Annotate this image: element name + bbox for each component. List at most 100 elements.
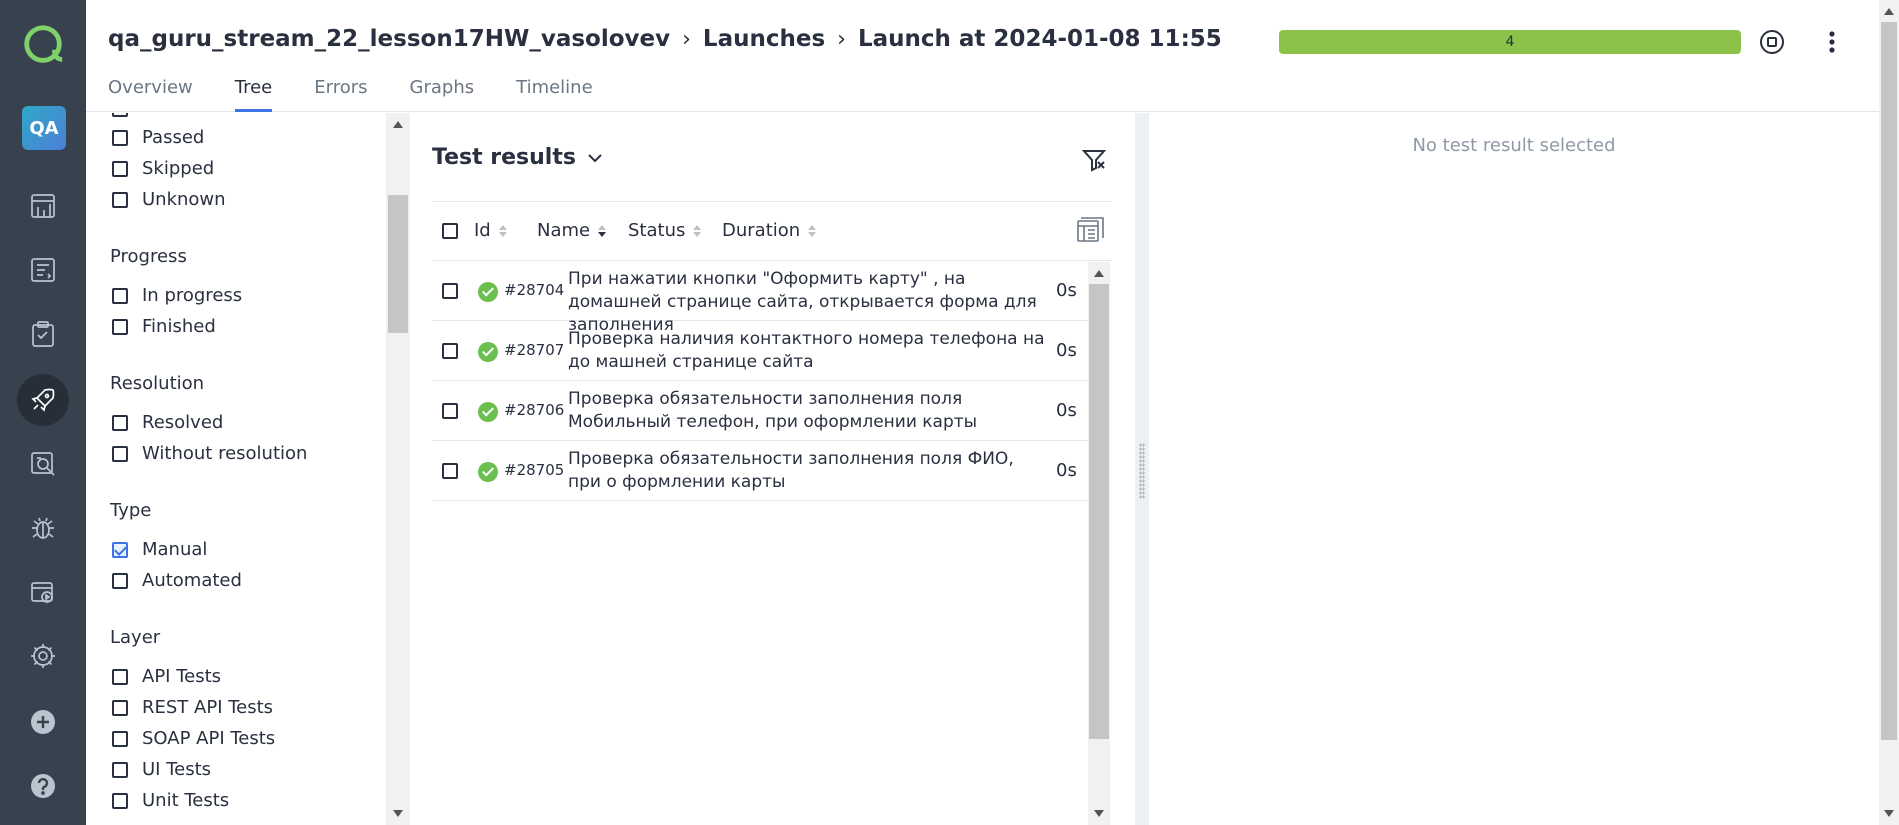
- tab-timeline[interactable]: Timeline: [516, 76, 593, 112]
- filter-option-resolved[interactable]: Resolved: [112, 412, 223, 433]
- analytics-icon[interactable]: [17, 438, 69, 490]
- filter-label: Resolved: [142, 412, 224, 433]
- filter-option-manual[interactable]: Manual: [112, 539, 207, 560]
- filter-label: SOAP API Tests: [142, 728, 276, 749]
- row-checkbox[interactable]: [442, 283, 458, 299]
- filter-label: Without resolution: [142, 443, 308, 464]
- tab-tree[interactable]: Tree: [234, 76, 272, 112]
- allure-logo-icon[interactable]: [17, 18, 69, 70]
- panel-resize-handle[interactable]: [1135, 113, 1149, 825]
- sort-icon: [693, 224, 702, 237]
- checkbox[interactable]: [112, 730, 128, 747]
- jobs-icon[interactable]: [17, 566, 69, 618]
- filter-option-hidden[interactable]: [112, 113, 142, 117]
- select-all-checkbox[interactable]: [442, 223, 458, 239]
- column-label: Name: [537, 220, 591, 241]
- launch-progress-bar[interactable]: 4: [1279, 30, 1741, 54]
- column-status[interactable]: Status: [628, 220, 702, 241]
- checkbox[interactable]: [112, 761, 128, 778]
- scroll-down-icon[interactable]: [393, 810, 403, 817]
- passed-status-icon: [478, 342, 498, 362]
- checkbox[interactable]: [112, 129, 128, 146]
- project-avatar[interactable]: QA: [22, 106, 66, 150]
- table-row[interactable]: #28707 Проверка наличия контактного номе…: [432, 321, 1096, 381]
- scrollbar-thumb[interactable]: [1881, 22, 1897, 740]
- row-name: Проверка наличия контактного номера теле…: [568, 329, 1045, 372]
- checkbox[interactable]: [112, 160, 128, 177]
- table-row[interactable]: #28704 При нажатии кнопки "Оформить карт…: [432, 261, 1096, 335]
- chevron-down-icon: [588, 153, 602, 162]
- row-checkbox[interactable]: [442, 403, 458, 419]
- filter-option-finished[interactable]: Finished: [112, 316, 216, 337]
- filter-option-unit-tests[interactable]: Unit Tests: [112, 790, 229, 811]
- row-duration: 0s: [1056, 340, 1077, 361]
- results-scrollbar[interactable]: [1088, 262, 1110, 825]
- column-name[interactable]: Name: [537, 220, 607, 241]
- row-id: #28705: [504, 461, 565, 479]
- column-duration[interactable]: Duration: [722, 220, 817, 241]
- checkbox[interactable]: [112, 445, 128, 462]
- filter-option-in-progress[interactable]: In progress: [112, 285, 242, 306]
- checkbox[interactable]: [112, 668, 128, 685]
- add-icon[interactable]: [17, 696, 69, 748]
- checkbox[interactable]: [112, 792, 128, 809]
- filter-option-skipped[interactable]: Skipped: [112, 158, 214, 179]
- chevron-right-icon: ›: [682, 26, 691, 52]
- filter-option-api-tests[interactable]: API Tests: [112, 666, 221, 687]
- defects-icon[interactable]: [17, 502, 69, 554]
- checkbox[interactable]: [112, 414, 128, 431]
- filter-option-soap-api-tests[interactable]: SOAP API Tests: [112, 728, 275, 749]
- clear-filter-icon[interactable]: [1077, 143, 1111, 177]
- test-results-title[interactable]: Test results: [432, 145, 606, 170]
- filter-option-unknown[interactable]: Unknown: [112, 189, 226, 210]
- test-cases-icon[interactable]: [17, 244, 69, 296]
- table-row[interactable]: #28705 Проверка обязательности заполнени…: [432, 441, 1096, 501]
- checkbox[interactable]: [112, 113, 128, 117]
- tab-errors[interactable]: Errors: [314, 76, 367, 112]
- window-scrollbar[interactable]: [1879, 0, 1899, 825]
- table-row[interactable]: #28706 Проверка обязательности заполнени…: [432, 381, 1096, 441]
- scroll-down-icon[interactable]: [1094, 810, 1104, 817]
- sort-icon: [498, 224, 507, 237]
- scrollbar-thumb[interactable]: [388, 195, 408, 333]
- launches-icon[interactable]: [17, 374, 69, 426]
- filter-option-passed[interactable]: Passed: [112, 127, 204, 148]
- checkbox-checked[interactable]: [112, 541, 128, 558]
- row-checkbox[interactable]: [442, 463, 458, 479]
- scroll-up-icon[interactable]: [393, 121, 403, 128]
- breadcrumb-launch: Launch at 2024-01-08 11:55: [857, 26, 1222, 52]
- tab-graphs[interactable]: Graphs: [410, 76, 475, 112]
- filter-group-title: Type: [110, 500, 152, 521]
- filter-option-automated[interactable]: Automated: [112, 570, 242, 591]
- scroll-down-icon[interactable]: [1884, 810, 1894, 817]
- dashboard-icon[interactable]: [17, 180, 69, 232]
- filter-option-without-resolution[interactable]: Without resolution: [112, 443, 307, 464]
- row-checkbox[interactable]: [442, 343, 458, 359]
- row-id: #28704: [504, 281, 565, 299]
- nav-rail: QA: [0, 0, 86, 825]
- more-vertical-icon[interactable]: [1816, 26, 1848, 58]
- settings-icon[interactable]: [17, 630, 69, 682]
- scrollbar-thumb[interactable]: [1089, 284, 1109, 739]
- checkbox[interactable]: [112, 287, 128, 304]
- scroll-up-icon[interactable]: [1094, 270, 1104, 277]
- checkbox[interactable]: [112, 191, 128, 208]
- scroll-up-icon[interactable]: [1884, 8, 1894, 15]
- checkbox[interactable]: [112, 318, 128, 335]
- checkbox[interactable]: [112, 699, 128, 716]
- row-duration: 0s: [1056, 460, 1077, 481]
- filter-option-rest-api-tests[interactable]: REST API Tests: [112, 697, 273, 718]
- help-icon[interactable]: [17, 760, 69, 812]
- column-id[interactable]: Id: [474, 220, 507, 241]
- drag-grip-icon: [1139, 443, 1145, 499]
- stop-launch-icon[interactable]: [1756, 26, 1788, 58]
- tab-overview[interactable]: Overview: [108, 76, 193, 112]
- row-name: Проверка обязательности заполнения поля …: [568, 449, 1014, 492]
- filters-scrollbar[interactable]: [386, 113, 410, 825]
- filter-option-ui-tests[interactable]: UI Tests: [112, 759, 211, 780]
- breadcrumb-launches[interactable]: Launches: [703, 26, 825, 52]
- test-plans-icon[interactable]: [17, 308, 69, 360]
- breadcrumb-project[interactable]: qa_guru_stream_22_lesson17HW_vasolovev: [108, 26, 670, 52]
- column-settings-icon[interactable]: [1074, 216, 1104, 246]
- checkbox[interactable]: [112, 572, 128, 589]
